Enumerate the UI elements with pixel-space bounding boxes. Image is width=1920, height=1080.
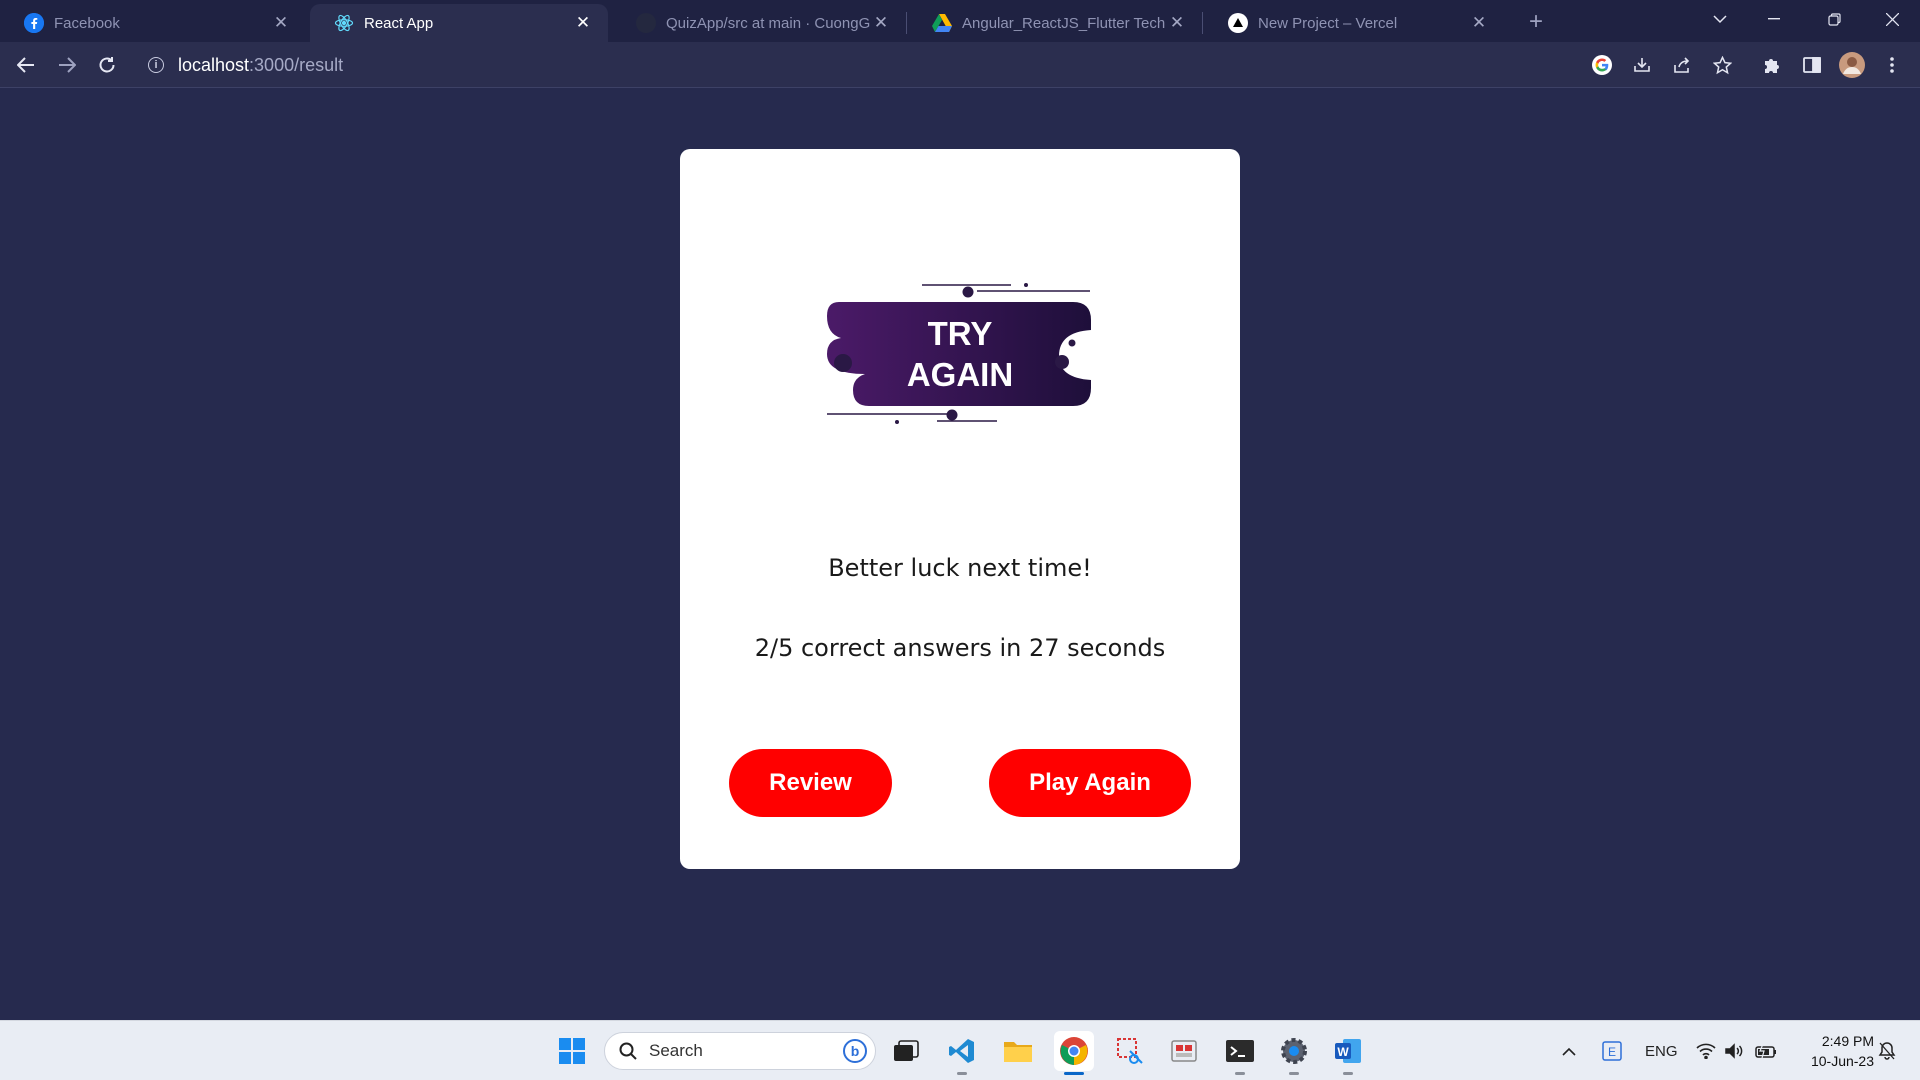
- share-icon[interactable]: [1668, 51, 1696, 79]
- tab-label: Angular_ReactJS_Flutter Technica: [962, 14, 1166, 32]
- tab-github-quizapp[interactable]: QuizApp/src at main · CuongGo ✕: [612, 4, 906, 42]
- snipping-tool-icon[interactable]: [1110, 1031, 1150, 1071]
- score-summary: 2/5 correct answers in 27 seconds: [754, 634, 1166, 662]
- site-info-icon[interactable]: i: [148, 57, 164, 73]
- bing-icon[interactable]: b: [843, 1039, 867, 1063]
- extensions-puzzle-icon[interactable]: [1758, 51, 1786, 79]
- google-drive-icon: [932, 13, 952, 33]
- tab-google-drive[interactable]: Angular_ReactJS_Flutter Technica ✕: [908, 4, 1202, 42]
- tab-label: QuizApp/src at main · CuongGo: [666, 14, 870, 32]
- url-path: :3000/result: [249, 54, 344, 75]
- github-icon: [636, 13, 656, 33]
- clock-time: 2:49 PM: [1821, 1033, 1874, 1049]
- close-icon[interactable]: ✕: [870, 12, 892, 34]
- close-icon[interactable]: ✕: [572, 12, 594, 34]
- result-card: TRY AGAIN Better luck next time! 2/5 cor…: [680, 149, 1240, 869]
- tab-separator: [1202, 12, 1203, 34]
- bookmark-star-icon[interactable]: [1708, 51, 1736, 79]
- react-icon: [334, 13, 354, 33]
- search-placeholder: Search: [649, 1041, 703, 1060]
- play-again-button[interactable]: Play Again: [989, 749, 1191, 817]
- wifi-icon[interactable]: [1696, 1021, 1716, 1080]
- system-clock[interactable]: 2:49 PM 10-Jun-23: [1792, 1031, 1874, 1071]
- clock-date: 10-Jun-23: [1810, 1053, 1874, 1069]
- windows-taskbar: Search b W E ENG 2:49 PM 10-Jun-23: [0, 1020, 1920, 1080]
- tab-facebook[interactable]: Facebook ✕: [0, 4, 306, 42]
- review-button[interactable]: Review: [729, 749, 892, 817]
- profile-avatar[interactable]: [1838, 51, 1866, 79]
- windows-start-icon[interactable]: [552, 1031, 592, 1071]
- result-message: Better luck next time!: [828, 554, 1092, 582]
- back-arrow-icon[interactable]: [10, 49, 42, 81]
- browser-menu-icon[interactable]: [1878, 51, 1906, 79]
- reload-icon[interactable]: [91, 49, 123, 81]
- close-window-icon[interactable]: [1864, 0, 1920, 38]
- vercel-icon: [1228, 13, 1248, 33]
- minimize-icon[interactable]: [1746, 0, 1802, 38]
- tab-separator: [906, 12, 907, 34]
- facebook-icon: [24, 13, 44, 33]
- file-explorer-icon[interactable]: [998, 1031, 1038, 1071]
- notification-bell-icon[interactable]: [1878, 1021, 1896, 1080]
- side-panel-icon[interactable]: [1798, 51, 1826, 79]
- input-method-icon[interactable]: E: [1602, 1021, 1622, 1080]
- close-icon[interactable]: ✕: [1166, 12, 1188, 34]
- language-indicator[interactable]: ENG: [1645, 1021, 1678, 1080]
- close-icon[interactable]: ✕: [270, 12, 292, 34]
- volume-icon[interactable]: [1724, 1021, 1744, 1080]
- banner-line1: TRY: [928, 315, 993, 352]
- install-app-icon[interactable]: [1628, 51, 1656, 79]
- chrome-icon[interactable]: [1054, 1031, 1094, 1075]
- settings-gear-icon[interactable]: [1274, 1031, 1314, 1075]
- terminal-icon[interactable]: [1220, 1031, 1260, 1075]
- forward-arrow-icon[interactable]: [51, 49, 83, 81]
- taskbar-search[interactable]: Search b: [604, 1032, 876, 1070]
- google-lens-icon[interactable]: [1588, 51, 1616, 79]
- tab-search-chevron-icon[interactable]: [1692, 0, 1748, 38]
- url-host: localhost: [178, 54, 250, 75]
- recording-app-icon[interactable]: [1164, 1031, 1204, 1071]
- svg-text:b: b: [851, 1043, 860, 1059]
- tab-label: React App: [364, 14, 434, 32]
- browser-tab-strip: Facebook ✕ React App ✕ QuizApp/src at ma…: [0, 0, 1920, 42]
- vscode-icon[interactable]: [942, 1031, 982, 1075]
- browser-toolbar: i localhost:3000/result: [0, 42, 1920, 88]
- banner-line2: AGAIN: [907, 356, 1013, 393]
- svg-text:E: E: [1608, 1045, 1616, 1059]
- close-icon[interactable]: ✕: [1468, 12, 1490, 34]
- word-icon[interactable]: W: [1328, 1031, 1368, 1075]
- restore-icon[interactable]: [1806, 0, 1862, 38]
- svg-text:W: W: [1337, 1045, 1349, 1059]
- tab-react-app[interactable]: React App ✕: [310, 4, 608, 42]
- battery-icon[interactable]: [1754, 1021, 1778, 1080]
- new-tab-button[interactable]: +: [1522, 8, 1550, 36]
- tab-vercel[interactable]: New Project – Vercel ✕: [1204, 4, 1504, 42]
- tray-overflow-chevron-icon[interactable]: [1562, 1021, 1576, 1080]
- tab-label: New Project – Vercel: [1258, 14, 1398, 32]
- address-bar[interactable]: i localhost:3000/result: [130, 47, 1770, 83]
- search-icon: [619, 1042, 637, 1060]
- task-view-icon[interactable]: [886, 1031, 926, 1071]
- try-again-banner: TRY AGAIN: [827, 283, 1091, 424]
- tab-label: Facebook: [54, 14, 120, 32]
